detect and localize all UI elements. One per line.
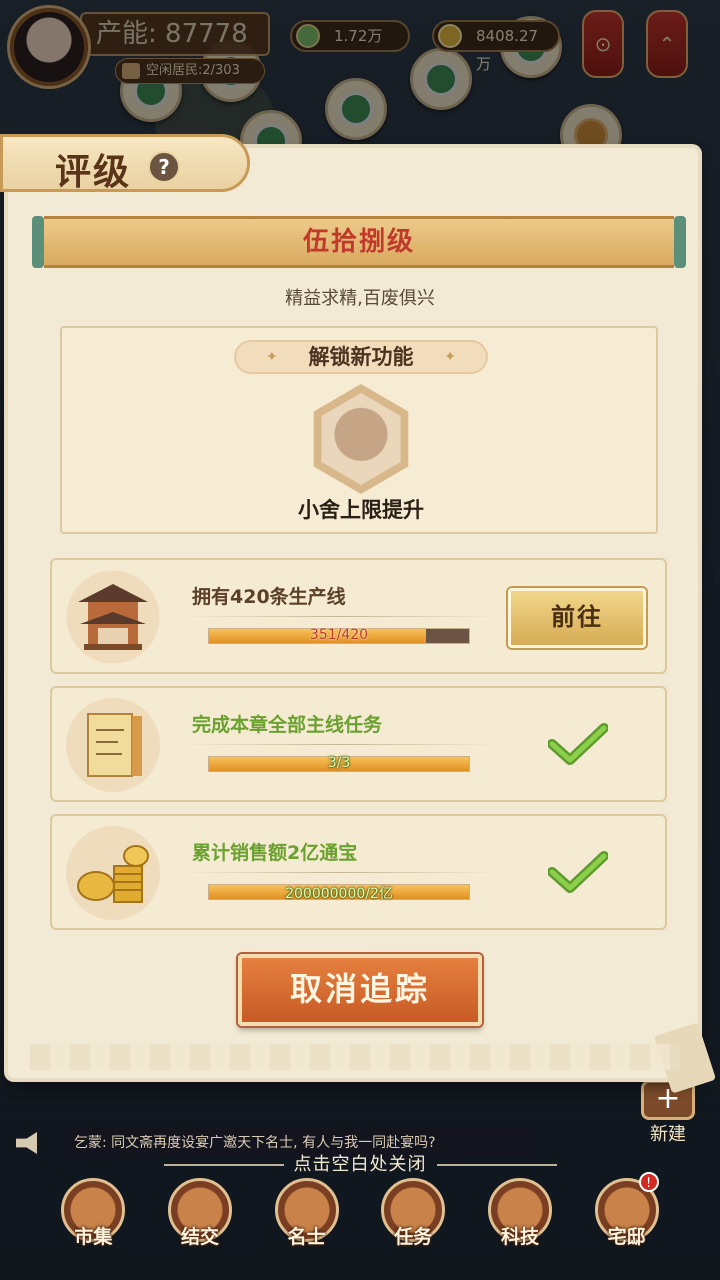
new-build-button[interactable]: + 新建 [628,1080,708,1150]
divider [184,616,496,617]
dialog-title: 评级 [55,152,132,193]
dialog-footer-pattern [30,1044,680,1070]
nav-label: 名士 [287,1226,326,1248]
task-card: 完成本章全部主线任务 3/3 [50,686,667,802]
nav-scholar[interactable]: 名士 [265,1172,349,1280]
scroll-icon [66,698,160,792]
task-label: 拥有420条生产线 [192,586,346,608]
divider [184,872,496,873]
dialog-title-tab: 评级 ? [0,134,250,193]
nav-tech[interactable]: 科技 [478,1172,562,1280]
level-name: 伍拾捌级 [302,227,415,257]
progress-text: 3/3 [327,755,351,771]
nav-label: 宅邸 [607,1226,646,1248]
divider [184,744,496,745]
nav-label: 科技 [500,1226,539,1248]
building-icon [66,570,160,664]
nav-label: 市集 [74,1226,113,1248]
new-build-label: 新建 [650,1124,686,1145]
task-label: 累计销售额2亿通宝 [192,842,358,864]
task-card: 累计销售额2亿通宝 200000000/2亿 [50,814,667,930]
unlock-feature-name: 小舍上限提升 [298,498,424,522]
nav-friends[interactable]: 结交 [158,1172,242,1280]
checkmark-icon [548,723,608,765]
progress-bar: 3/3 [208,755,470,772]
progress-bar: 200000000/2亿 [208,884,470,902]
coins-icon [66,826,160,920]
nav-task[interactable]: 任务 [371,1172,455,1280]
unlock-header-text: 解锁新功能 [308,345,414,369]
progress-text: 351/420 [309,627,369,643]
help-icon[interactable]: ? [148,151,180,183]
notification-badge: ! [638,1172,659,1192]
game-screen: { "topbar": { "production_label": "产能:",… [0,0,720,1280]
unlock-panel: 解锁新功能 小舍上限提升 [60,326,658,534]
bottom-nav: 市集 结交 名士 任务 科技 宅邸 ! [0,1172,720,1280]
cancel-tracking-button[interactable]: 取消追踪 [238,954,482,1026]
nav-market[interactable]: 市集 [51,1172,135,1280]
house-upgrade-icon [313,384,409,494]
go-button[interactable]: 前往 [508,588,646,648]
checkmark-icon [548,851,608,893]
unlock-header: 解锁新功能 [234,340,488,374]
nav-label: 任务 [394,1226,433,1248]
nav-label: 结交 [180,1226,219,1248]
task-card: 拥有420条生产线 351/420 前往 [50,558,667,674]
progress-text: 200000000/2亿 [285,886,393,902]
task-label: 完成本章全部主线任务 [192,714,383,736]
level-motto: 精益求精,百废俱兴 [285,288,435,309]
progress-bar: 351/420 [208,627,470,644]
level-ribbon: 伍拾捌级 [32,216,686,268]
nav-mansion[interactable]: 宅邸 ! [585,1172,669,1280]
